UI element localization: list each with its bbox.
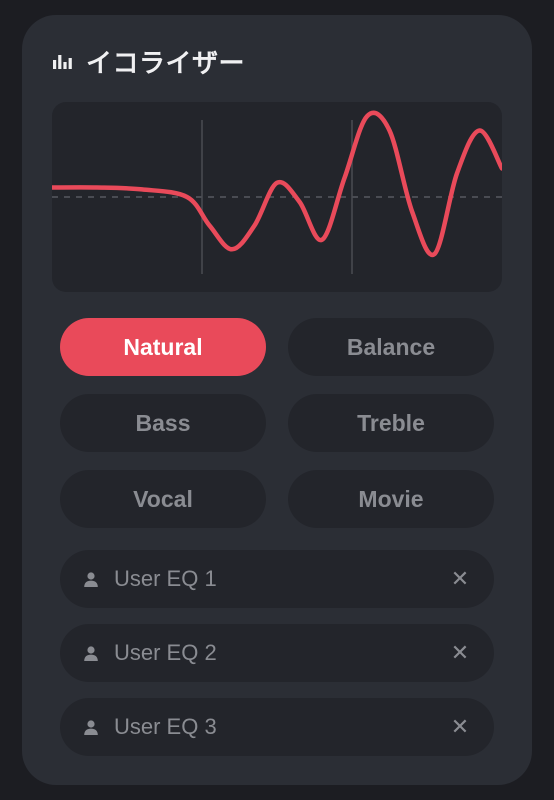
preset-vocal[interactable]: Vocal [60,470,266,528]
user-icon [82,570,100,588]
close-icon[interactable]: ✕ [448,714,472,740]
preset-grid: Natural Balance Bass Treble Vocal Movie [52,318,502,528]
user-eq-list: User EQ 1 ✕ User EQ 2 ✕ User EQ 3 ✕ [52,550,502,756]
preset-bass[interactable]: Bass [60,394,266,452]
close-icon[interactable]: ✕ [448,566,472,592]
user-eq-label: User EQ 3 [114,714,448,740]
preset-movie[interactable]: Movie [288,470,494,528]
user-eq-row[interactable]: User EQ 2 ✕ [60,624,494,682]
preset-natural[interactable]: Natural [60,318,266,376]
user-eq-row[interactable]: User EQ 1 ✕ [60,550,494,608]
user-icon [82,644,100,662]
user-eq-row[interactable]: User EQ 3 ✕ [60,698,494,756]
panel-title: イコライザー [86,43,245,80]
panel-header: イコライザー [52,43,502,80]
equalizer-panel: イコライザー Natural Balance Bass Treble Vocal… [22,15,532,785]
close-icon[interactable]: ✕ [448,640,472,666]
eq-curve-display [52,102,502,292]
equalizer-icon [52,51,74,73]
preset-balance[interactable]: Balance [288,318,494,376]
preset-treble[interactable]: Treble [288,394,494,452]
user-eq-label: User EQ 1 [114,566,448,592]
user-eq-label: User EQ 2 [114,640,448,666]
user-icon [82,718,100,736]
